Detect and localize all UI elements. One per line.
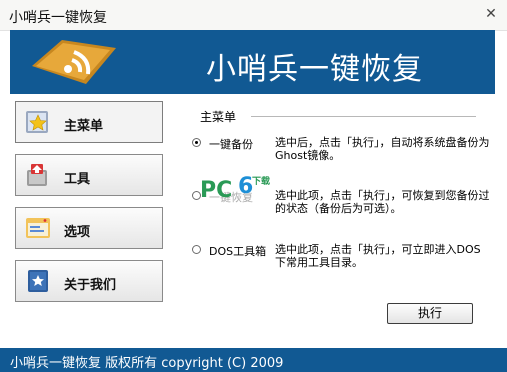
footer-bar: 小哨兵一键恢复 版权所有 copyright (C) 2009 bbox=[0, 348, 507, 372]
copyright-text: 小哨兵一键恢复 版权所有 copyright (C) 2009 bbox=[10, 356, 284, 371]
dos-toolbox-label[interactable]: DOS工具箱 bbox=[209, 243, 266, 259]
panel-title: 主菜单 bbox=[200, 110, 237, 124]
star-icon bbox=[26, 111, 48, 133]
nav-main-menu-button[interactable]: 主菜单 bbox=[15, 101, 163, 143]
nav-label: 选项 bbox=[64, 225, 91, 240]
watermark-pc: PC bbox=[200, 178, 233, 203]
nav-options-button[interactable]: 选项 bbox=[15, 207, 163, 249]
restore-description: 选中此项，点击「执行」，可恢复到您备份过的状态（备份后为可选）。 bbox=[275, 189, 490, 215]
backup-label[interactable]: 一键备份 bbox=[209, 136, 253, 152]
title-bar: 小哨兵一键恢复 ✕ bbox=[0, 0, 507, 31]
panel-divider bbox=[251, 116, 476, 117]
backup-description: 选中后，点击「执行」，自动将系统盘备份为Ghost镜像。 bbox=[275, 136, 490, 162]
book-star-icon bbox=[28, 270, 48, 292]
watermark-download: 下载 bbox=[252, 177, 271, 187]
nav-about-button[interactable]: 关于我们 bbox=[15, 260, 163, 302]
nav-tools-button[interactable]: 工具 bbox=[15, 154, 163, 196]
nav-label: 工具 bbox=[64, 172, 91, 187]
backup-radio[interactable] bbox=[192, 138, 201, 147]
dos-toolbox-description: 选中此项，点击「执行」，可立即进入DOS下常用工具目录。 bbox=[275, 243, 481, 269]
toolbox-upload-icon bbox=[27, 164, 47, 186]
dos-toolbox-radio[interactable] bbox=[192, 245, 201, 254]
header-banner: 小哨兵一键恢复 bbox=[10, 30, 495, 94]
site-watermark: PC 6 下载 bbox=[200, 174, 270, 208]
rss-feed-icon bbox=[32, 40, 116, 84]
close-icon[interactable]: ✕ bbox=[483, 6, 499, 22]
window-title: 小哨兵一键恢复 bbox=[9, 10, 107, 26]
nav-label: 关于我们 bbox=[64, 278, 117, 293]
banner-title: 小哨兵一键恢复 bbox=[206, 52, 423, 87]
nav-label: 主菜单 bbox=[64, 119, 104, 134]
execute-button[interactable]: 执行 bbox=[387, 303, 473, 324]
window-settings-icon bbox=[26, 218, 50, 238]
